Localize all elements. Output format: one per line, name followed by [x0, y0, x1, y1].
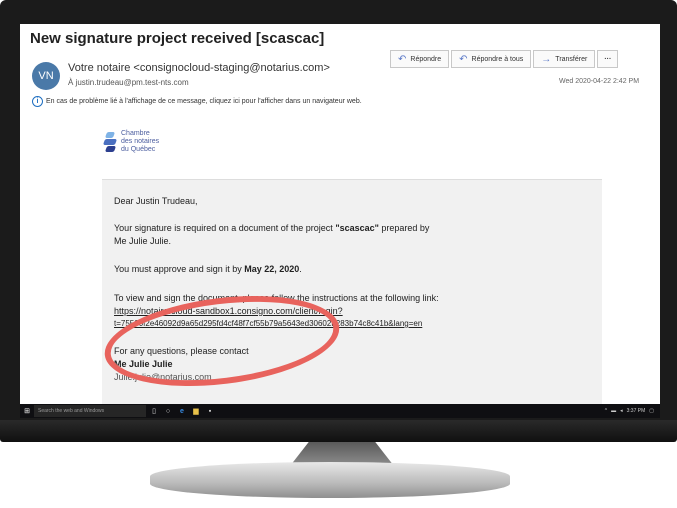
recipient-address: À justin.trudeau@pm.test-nts.com [68, 78, 189, 87]
file-explorer-icon[interactable]: ▆ [190, 405, 202, 417]
logo-line-1: Chambre [121, 130, 150, 137]
forward-label: Transférer [555, 55, 588, 63]
screen: New signature project received [scascac]… [20, 24, 660, 422]
taskbar-bar: ⊞ Search the web and Windows ▯ ○ e ▆ ▪ ^… [20, 404, 660, 418]
deadline: May 22, 2020 [244, 264, 300, 274]
approve-prefix: You must approve and sign it by [114, 264, 245, 274]
forward-button[interactable]: → Transférer [533, 50, 596, 68]
reply-all-button[interactable]: ↶ Répondre à tous [451, 50, 532, 68]
signing-link-line-1[interactable]: https://notaire.cloud-sandbox1.consigno.… [114, 306, 343, 316]
logo-line-2: des notaires [121, 138, 160, 145]
reply-all-icon: ↶ [459, 53, 468, 65]
reply-button[interactable]: ↶ Répondre [390, 50, 450, 68]
signature-required-text-2: prepared by [378, 223, 430, 233]
notifications-icon[interactable]: ▢ [649, 408, 654, 414]
monitor-chin [0, 420, 677, 442]
cnq-logo-mark-icon [102, 130, 118, 154]
forward-icon: → [541, 53, 552, 65]
info-banner[interactable]: i En cas de problème lié à l'affichage d… [32, 96, 362, 107]
email-body-card: Dear Justin Trudeau, Your signature is r… [102, 179, 602, 404]
reply-icon: ↶ [398, 53, 407, 65]
sender-avatar[interactable]: VN [32, 62, 60, 90]
info-icon: i [32, 96, 43, 107]
project-name: "scascac" [335, 223, 379, 233]
approve-suffix: . [299, 264, 302, 274]
greeting: Dear Justin Trudeau, [114, 196, 198, 206]
info-message[interactable]: En cas de problème lié à l'affichage de … [46, 98, 362, 105]
email-window: New signature project received [scascac]… [20, 24, 660, 404]
signing-link-line-2[interactable]: t=75500f2e46092d9a65d295fd4cf48f7cf55b79… [114, 319, 422, 328]
logo-line-3: du Québec [121, 146, 156, 153]
questions-line: For any questions, please contact [114, 346, 249, 356]
approve-line: You must approve and sign it by May 22, … [114, 264, 302, 274]
more-options-button[interactable]: ··· [597, 50, 619, 68]
prepared-by: Me Julie Julie. [114, 236, 172, 246]
reply-label: Répondre [410, 55, 442, 63]
network-icon[interactable]: ▬ [611, 408, 616, 414]
cnq-logo: Chambre des notaires du Québec [102, 130, 159, 154]
windows-start-icon[interactable]: ⊞ [20, 404, 34, 418]
email-date: Wed 2020-04-22 2:42 PM [559, 78, 640, 85]
cnq-logo-text: Chambre des notaires du Québec [121, 130, 159, 154]
instructions: To view and sign the document, please fo… [114, 293, 439, 303]
reply-all-label: Répondre à tous [471, 55, 524, 63]
edge-browser-icon[interactable]: e [176, 405, 188, 417]
windows-taskbar: ⊞ Search the web and Windows ▯ ○ e ▆ ▪ ^… [20, 404, 660, 422]
task-view-icon[interactable]: ○ [162, 405, 174, 417]
signature-required-line: Your signature is required on a document… [114, 223, 429, 233]
taskbar-clock[interactable]: 3:37 PM [627, 408, 646, 414]
monitor-stand-base [150, 462, 510, 498]
sender-address[interactable]: Votre notaire <consignocloud-staging@not… [68, 62, 330, 74]
system-tray: ^ ▬ ◂ 3:37 PM ▢ [605, 404, 654, 418]
signature-required-text-1: Your signature is required on a document… [114, 223, 336, 233]
microphone-icon[interactable]: ▯ [148, 405, 160, 417]
email-actions: ↶ Répondre ↶ Répondre à tous → Transfére… [390, 50, 619, 68]
contact-email[interactable]: Julie.julie@notarius.com [114, 372, 212, 382]
contact-name: Me Julie Julie [114, 359, 173, 369]
tray-chevron-icon[interactable]: ^ [605, 408, 607, 414]
taskbar-search[interactable]: Search the web and Windows [34, 405, 146, 417]
store-icon[interactable]: ▪ [204, 405, 216, 417]
volume-icon[interactable]: ◂ [620, 408, 623, 414]
email-subject: New signature project received [scascac] [30, 30, 325, 47]
